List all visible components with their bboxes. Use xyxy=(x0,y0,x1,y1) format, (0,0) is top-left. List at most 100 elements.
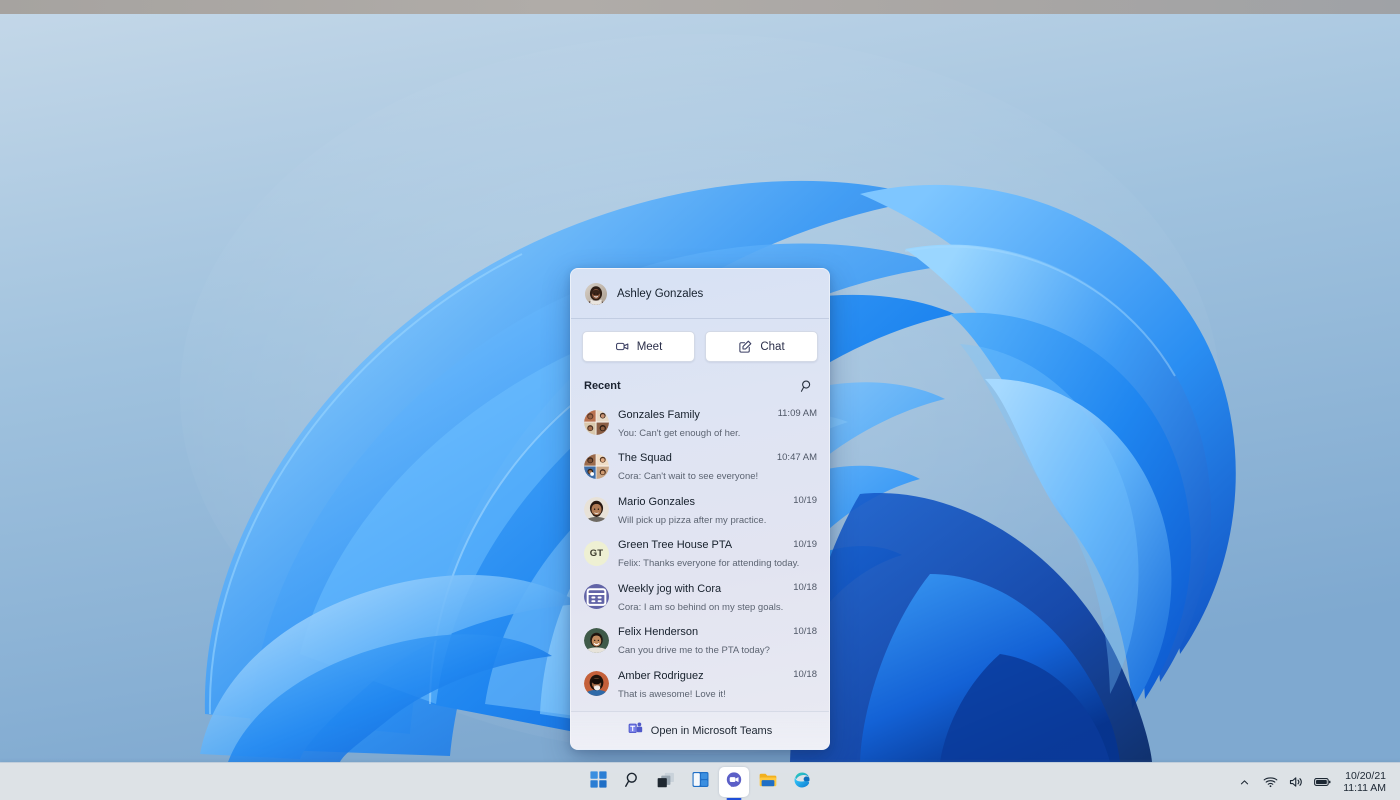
wifi-icon[interactable] xyxy=(1262,774,1279,791)
conversation-timestamp: 11:09 AM xyxy=(777,408,817,419)
conversation-preview: Cora: I am so behind on my step goals. xyxy=(618,601,784,613)
file-explorer-icon xyxy=(759,772,777,793)
calendar-icon xyxy=(586,588,607,607)
meet-button-label: Meet xyxy=(636,340,663,353)
conversation-title: Amber Rodriguez xyxy=(618,669,704,682)
table-row[interactable]: Mario Gonzales Will pick up pizza after … xyxy=(571,488,829,532)
taskbar-button-group xyxy=(583,763,817,800)
open-in-teams-button[interactable]: Open in Microsoft Teams xyxy=(571,711,829,749)
microsoft-edge-icon xyxy=(793,771,811,794)
conversation-text: The Squad Cora: Can't wait to see everyo… xyxy=(618,448,768,484)
table-row[interactable]: Amber Rodriguez That is awesome! Love it… xyxy=(571,662,829,706)
conversation-preview: That is awesome! Love it! xyxy=(618,688,726,700)
chat-taskbar-button[interactable] xyxy=(719,767,749,797)
avatar-felix-henderson xyxy=(584,627,609,653)
conversation-title: Gonzales Family xyxy=(618,408,700,421)
conversation-preview: Felix: Thanks everyone for attending tod… xyxy=(618,558,800,570)
avatar-initials: GT xyxy=(589,547,604,559)
avatar-photo-man-icon xyxy=(584,627,609,653)
task-view-icon xyxy=(657,772,675,793)
video-camera-icon xyxy=(615,339,630,354)
edge-glyph xyxy=(794,772,810,787)
conversation-timestamp: 10:47 AM xyxy=(776,451,817,463)
conversation-preview: Cora: Can't wait to see everyone! xyxy=(618,471,759,483)
avatar-group-photo-icon xyxy=(584,453,609,479)
speaker-icon[interactable] xyxy=(1288,774,1305,791)
open-in-teams-label: Open in Microsoft Teams xyxy=(650,724,773,737)
avatar-the-squad xyxy=(584,453,609,479)
flyout-account-header[interactable]: Ashley Gonzales xyxy=(571,269,829,319)
chat-flyout-panel[interactable]: Ashley Gonzales Meet Chat Recent Gonzale… xyxy=(570,268,830,750)
avatar-amber-rodriguez xyxy=(584,671,609,697)
search-icon[interactable] xyxy=(798,377,816,395)
widgets-icon xyxy=(692,771,709,793)
avatar-weekly-jog-with-cora xyxy=(584,584,609,610)
avatar-gonzales-family xyxy=(584,410,609,436)
avatar-photo-woman-icon xyxy=(584,671,609,697)
recent-label: Recent xyxy=(584,380,621,392)
clock-time: 11:11 AM xyxy=(1343,782,1386,794)
avatar-mario-gonzales xyxy=(584,497,609,523)
avatar-photo-man-icon xyxy=(584,497,609,523)
task-view-glyph xyxy=(657,772,674,787)
top-border-strip xyxy=(0,0,1400,14)
table-row[interactable]: Felix Henderson Can you drive me to the … xyxy=(571,619,829,663)
clock-date: 10/20/21 xyxy=(1345,770,1386,782)
chat-button[interactable]: Chat xyxy=(705,331,818,362)
conversation-preview: You: Can't get enough of her. xyxy=(618,427,741,439)
file-explorer-button[interactable] xyxy=(753,767,783,797)
conversation-list[interactable]: Gonzales Family You: Can't get enough of… xyxy=(571,401,829,711)
taskbar[interactable]: 10/20/21 11:11 AM xyxy=(0,762,1400,800)
conversation-timestamp: 10/18 xyxy=(793,669,817,680)
search-button[interactable] xyxy=(617,767,647,797)
compose-message-icon xyxy=(738,339,753,354)
conversation-preview: Can you drive me to the PTA today? xyxy=(618,645,770,657)
meet-button[interactable]: Meet xyxy=(582,331,695,362)
table-row[interactable]: Weekly jog with Cora Cora: I am so behin… xyxy=(571,575,829,619)
flyout-action-row: Meet Chat xyxy=(571,319,829,372)
conversation-text: Weekly jog with Cora Cora: I am so behin… xyxy=(618,579,784,615)
system-tray[interactable]: 10/20/21 11:11 AM xyxy=(1236,763,1392,800)
conversation-title: The Squad xyxy=(618,452,672,465)
conversation-text: Amber Rodriguez That is awesome! Love it… xyxy=(618,666,784,702)
battery-glyph xyxy=(1314,778,1331,786)
conversation-timestamp: 10/19 xyxy=(793,495,817,506)
microsoft-teams-icon xyxy=(628,721,643,740)
conversation-text: Mario Gonzales Will pick up pizza after … xyxy=(618,492,784,528)
task-view-button[interactable] xyxy=(651,767,681,797)
conversation-text: Gonzales Family You: Can't get enough of… xyxy=(618,405,769,441)
conversation-text: Green Tree House PTA Felix: Thanks every… xyxy=(618,535,799,571)
teams-chat-icon xyxy=(725,771,743,794)
conversation-title: Weekly jog with Cora xyxy=(618,582,722,595)
avatar-green-tree-house-pta: GT xyxy=(584,540,609,566)
battery-icon[interactable] xyxy=(1314,774,1331,791)
widgets-button[interactable] xyxy=(685,767,715,797)
chevron-up-icon[interactable] xyxy=(1236,774,1253,791)
table-row[interactable]: Gonzales Family You: Can't get enough of… xyxy=(571,401,829,445)
teams-chat-glyph xyxy=(726,771,742,787)
conversation-timestamp: 10/19 xyxy=(793,538,817,550)
conversation-preview: Will pick up pizza after my practice. xyxy=(618,514,767,526)
screen: Ashley Gonzales Meet Chat Recent Gonzale… xyxy=(0,0,1400,800)
table-row[interactable]: GT Green Tree House PTA Felix: Thanks ev… xyxy=(571,532,829,576)
search-icon xyxy=(624,771,641,793)
conversation-text: Felix Henderson Can you drive me to the … xyxy=(618,622,784,658)
conversation-timestamp: 10/18 xyxy=(793,625,817,637)
widgets-glyph xyxy=(692,772,708,787)
windows-logo-glyph xyxy=(589,771,607,788)
taskbar-clock[interactable]: 10/20/21 11:11 AM xyxy=(1340,770,1392,794)
conversation-title: Mario Gonzales xyxy=(618,495,696,508)
avatar-ashley-gonzales xyxy=(585,282,607,305)
account-display-name: Ashley Gonzales xyxy=(617,287,704,300)
recent-section-header: Recent xyxy=(571,372,829,401)
conversation-title: Felix Henderson xyxy=(618,626,699,639)
chat-button-label: Chat xyxy=(760,340,785,353)
table-row[interactable]: The Squad Cora: Can't wait to see everyo… xyxy=(571,445,829,489)
edge-button[interactable] xyxy=(787,767,817,797)
conversation-title: Green Tree House PTA xyxy=(618,539,733,552)
start-button[interactable] xyxy=(583,767,613,797)
conversation-timestamp: 10/18 xyxy=(793,582,817,593)
avatar-group-photo-icon xyxy=(584,410,609,436)
folder-glyph xyxy=(759,773,777,786)
avatar-photo-woman-icon xyxy=(585,282,607,305)
